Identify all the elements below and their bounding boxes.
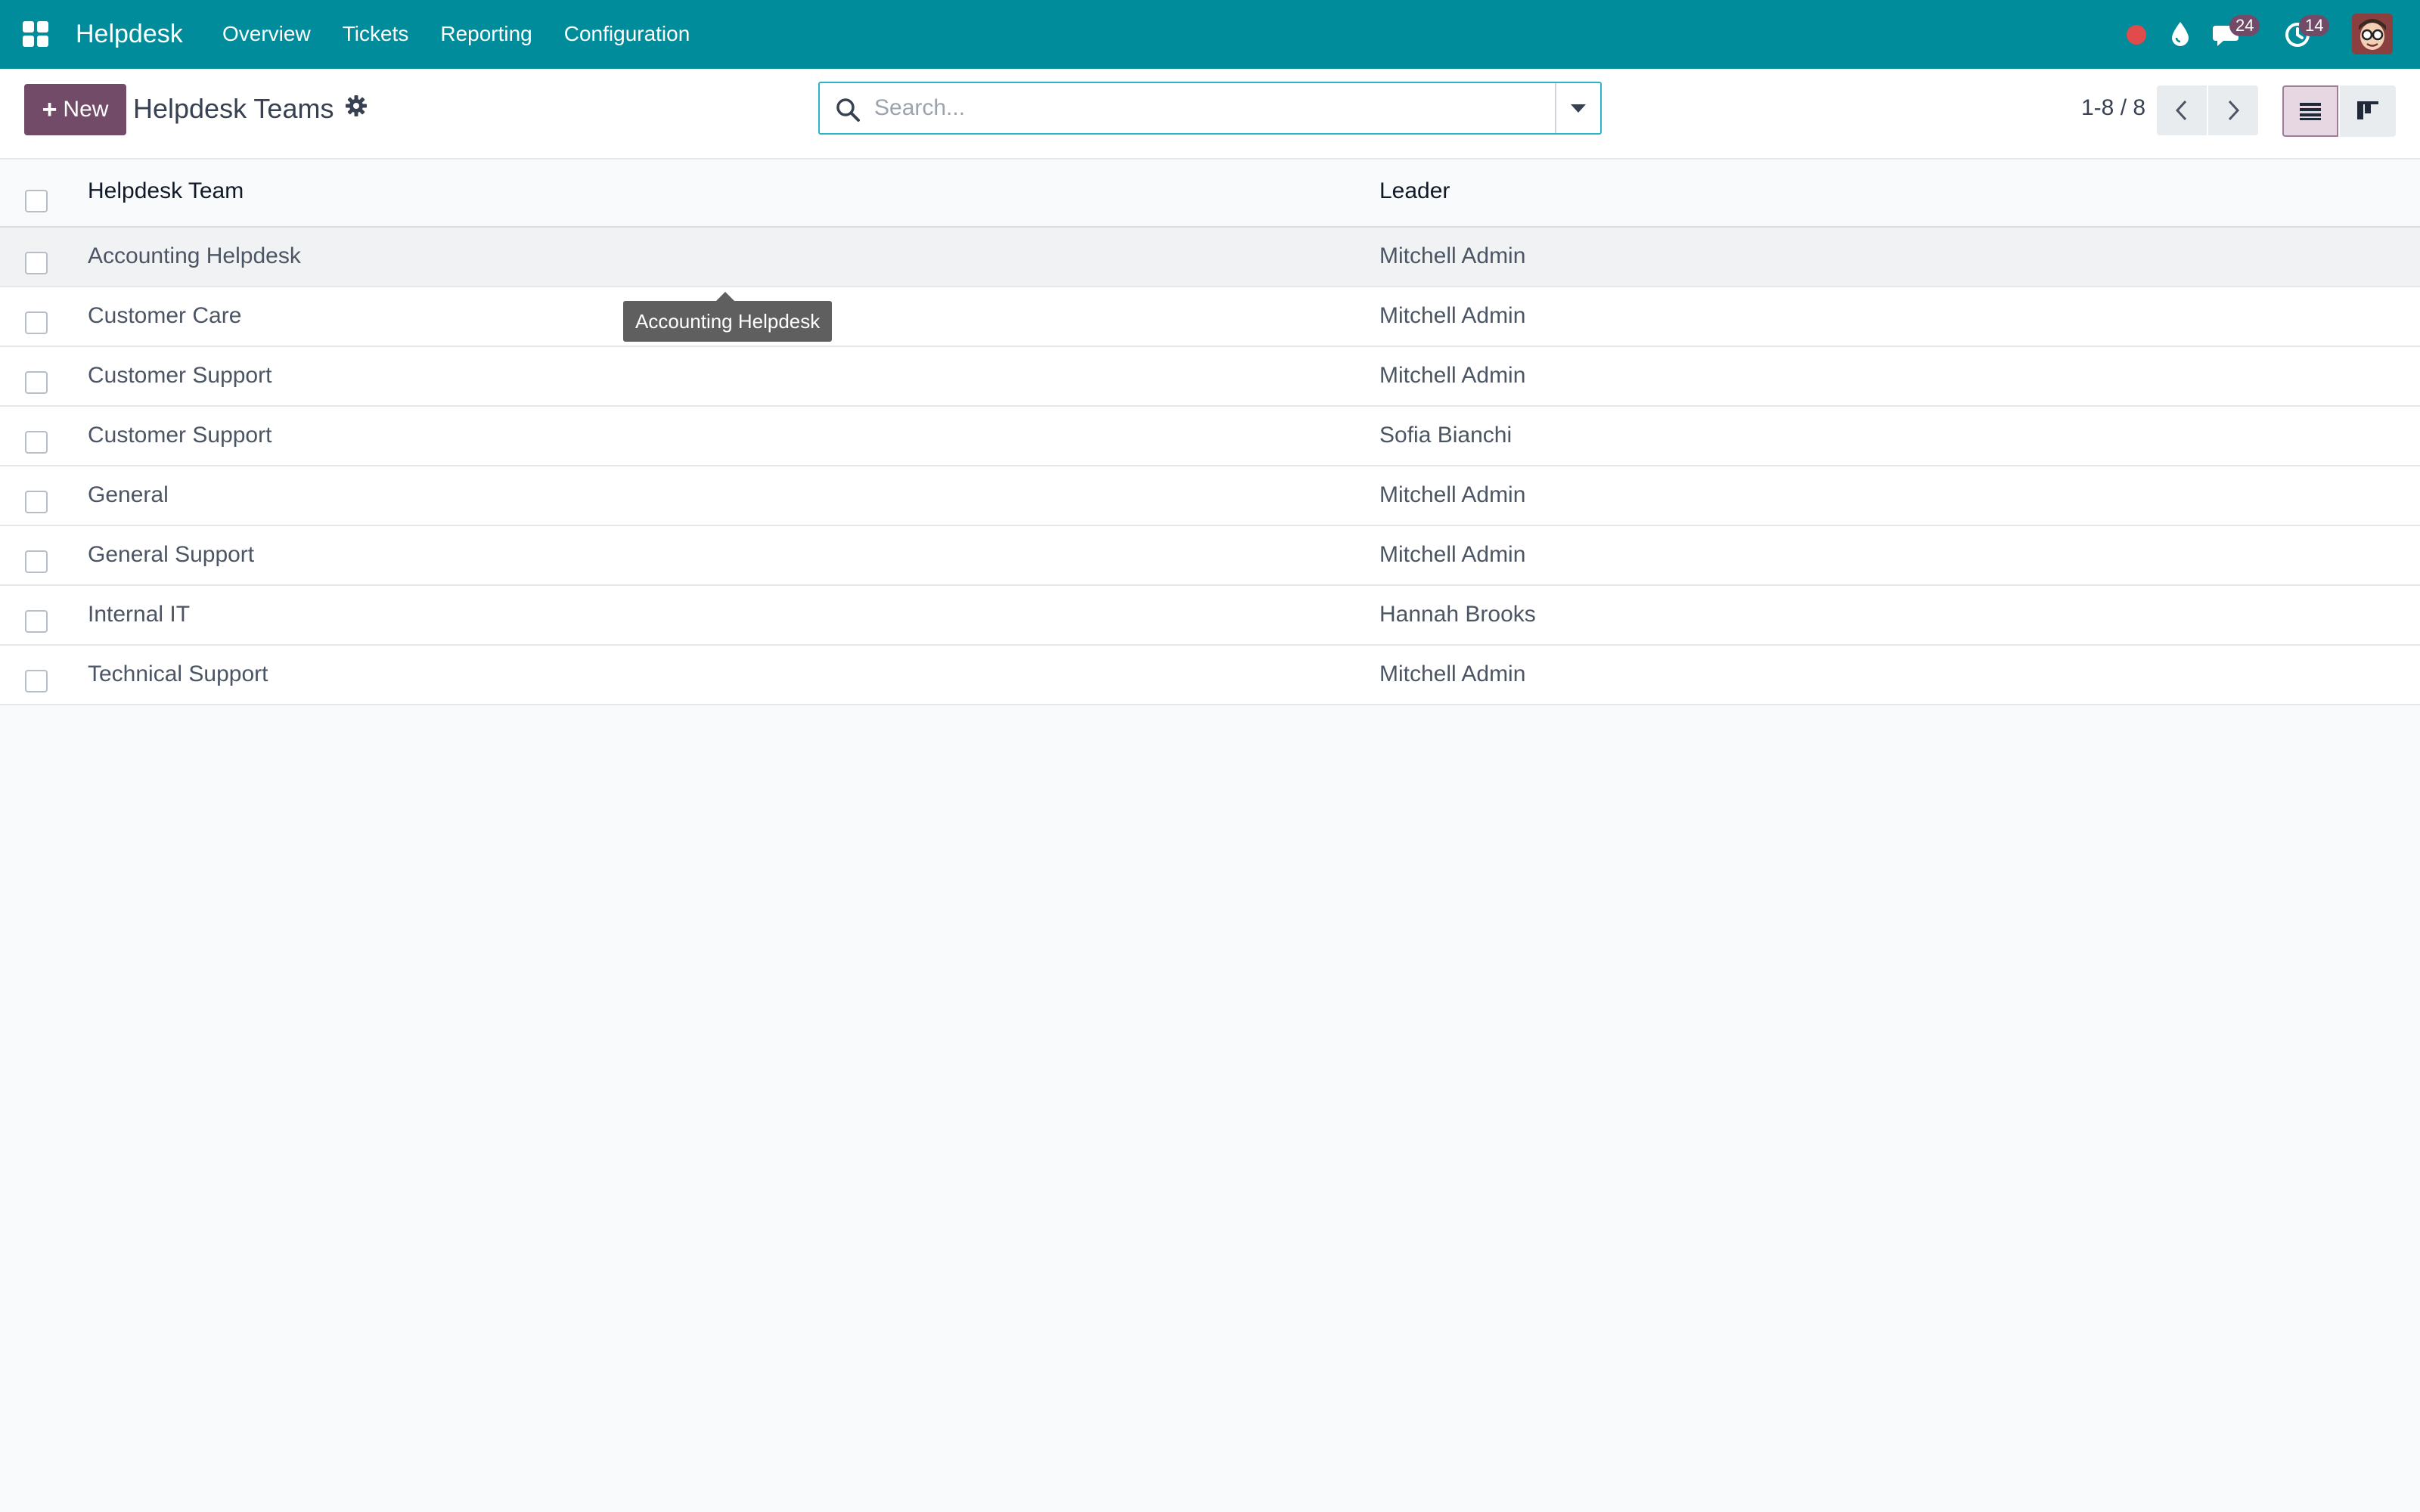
main-menu: Overview Tickets Reporting Configuration bbox=[222, 18, 721, 50]
plus-icon: + bbox=[42, 94, 57, 124]
row-checkbox[interactable] bbox=[25, 371, 48, 394]
row-checkbox[interactable] bbox=[25, 311, 48, 334]
row-checkbox[interactable] bbox=[25, 431, 48, 454]
pager-previous-button[interactable] bbox=[2157, 85, 2207, 135]
search-input[interactable] bbox=[874, 89, 1540, 127]
tooltip: Accounting Helpdesk bbox=[623, 301, 833, 342]
table-row[interactable]: Customer Support Sofia Bianchi bbox=[0, 407, 2420, 466]
control-panel: + New Helpdesk Teams 1-8 / 8 bbox=[0, 69, 2420, 160]
leader-cell[interactable]: Mitchell Admin bbox=[1379, 361, 1525, 391]
leader-cell[interactable]: Mitchell Admin bbox=[1379, 301, 1525, 331]
apps-icon[interactable] bbox=[23, 21, 48, 47]
gear-icon[interactable] bbox=[345, 94, 368, 117]
column-header-leader[interactable]: Leader bbox=[1379, 176, 1450, 206]
search-bar bbox=[818, 82, 1602, 135]
team-name-cell[interactable]: Customer Support bbox=[88, 361, 271, 391]
menu-configuration[interactable]: Configuration bbox=[564, 18, 690, 50]
list-header: Helpdesk Team Leader bbox=[0, 160, 2420, 228]
team-name-cell[interactable]: General Support bbox=[88, 540, 254, 570]
table-row[interactable]: Technical Support Mitchell Admin bbox=[0, 646, 2420, 705]
table-row[interactable]: Customer Support Mitchell Admin bbox=[0, 347, 2420, 407]
kanban-view-icon bbox=[2357, 101, 2378, 119]
menu-tickets[interactable]: Tickets bbox=[343, 18, 409, 50]
team-name-cell[interactable]: Customer Support bbox=[88, 420, 271, 451]
row-checkbox[interactable] bbox=[25, 491, 48, 513]
team-name-cell[interactable]: Technical Support bbox=[88, 659, 268, 689]
table-row[interactable]: Accounting Helpdesk Mitchell Admin bbox=[0, 228, 2420, 287]
chevron-right-icon bbox=[2228, 100, 2240, 121]
search-icon bbox=[836, 98, 860, 122]
drop-icon[interactable] bbox=[2169, 20, 2192, 48]
table-row[interactable]: Internal IT Hannah Brooks bbox=[0, 586, 2420, 646]
select-all-checkbox[interactable] bbox=[25, 190, 48, 212]
page-title: Helpdesk Teams bbox=[133, 93, 334, 124]
leader-cell[interactable]: Mitchell Admin bbox=[1379, 540, 1525, 570]
leader-cell[interactable]: Mitchell Admin bbox=[1379, 659, 1525, 689]
team-name-cell[interactable]: Internal IT bbox=[88, 600, 190, 630]
menu-reporting[interactable]: Reporting bbox=[440, 18, 532, 50]
kanban-view-button[interactable] bbox=[2340, 85, 2396, 137]
new-button-label: New bbox=[63, 97, 109, 122]
column-header-team[interactable]: Helpdesk Team bbox=[88, 176, 244, 206]
user-avatar[interactable] bbox=[2352, 14, 2393, 54]
leader-cell[interactable]: Mitchell Admin bbox=[1379, 480, 1525, 510]
chevron-left-icon bbox=[2175, 100, 2187, 121]
list-view-button[interactable] bbox=[2282, 85, 2338, 137]
top-navbar: Helpdesk Overview Tickets Reporting Conf… bbox=[0, 0, 2420, 69]
table-row[interactable]: General Mitchell Admin bbox=[0, 466, 2420, 526]
table-row[interactable]: General Support Mitchell Admin bbox=[0, 526, 2420, 586]
team-name-cell[interactable]: Customer Care bbox=[88, 301, 241, 331]
helpdesk-teams-list: Helpdesk Team Leader Accounting Helpdesk… bbox=[0, 160, 2420, 705]
list-view-icon bbox=[2300, 103, 2321, 120]
row-checkbox[interactable] bbox=[25, 670, 48, 692]
app-brand[interactable]: Helpdesk bbox=[76, 17, 183, 51]
search-options-toggle[interactable] bbox=[1555, 83, 1600, 133]
recording-dot-icon[interactable] bbox=[2127, 25, 2146, 45]
table-row[interactable]: Customer Care Mitchell Admin bbox=[0, 287, 2420, 347]
team-name-cell[interactable]: Accounting Helpdesk bbox=[88, 241, 301, 271]
activities-badge: 14 bbox=[2299, 15, 2330, 36]
row-checkbox[interactable] bbox=[25, 610, 48, 633]
leader-cell[interactable]: Mitchell Admin bbox=[1379, 241, 1525, 271]
row-checkbox[interactable] bbox=[25, 252, 48, 274]
row-checkbox[interactable] bbox=[25, 550, 48, 573]
team-name-cell[interactable]: General bbox=[88, 480, 169, 510]
caret-down-icon bbox=[1571, 104, 1586, 113]
leader-cell[interactable]: Sofia Bianchi bbox=[1379, 420, 1512, 451]
messages-badge: 24 bbox=[2229, 15, 2260, 36]
pager-value[interactable]: 1-8 / 8 bbox=[2081, 91, 2145, 125]
menu-overview[interactable]: Overview bbox=[222, 18, 311, 50]
systray: 24 14 bbox=[2118, 0, 2420, 69]
new-button[interactable]: + New bbox=[24, 84, 126, 135]
leader-cell[interactable]: Hannah Brooks bbox=[1379, 600, 1536, 630]
pager-next-button[interactable] bbox=[2208, 85, 2258, 135]
